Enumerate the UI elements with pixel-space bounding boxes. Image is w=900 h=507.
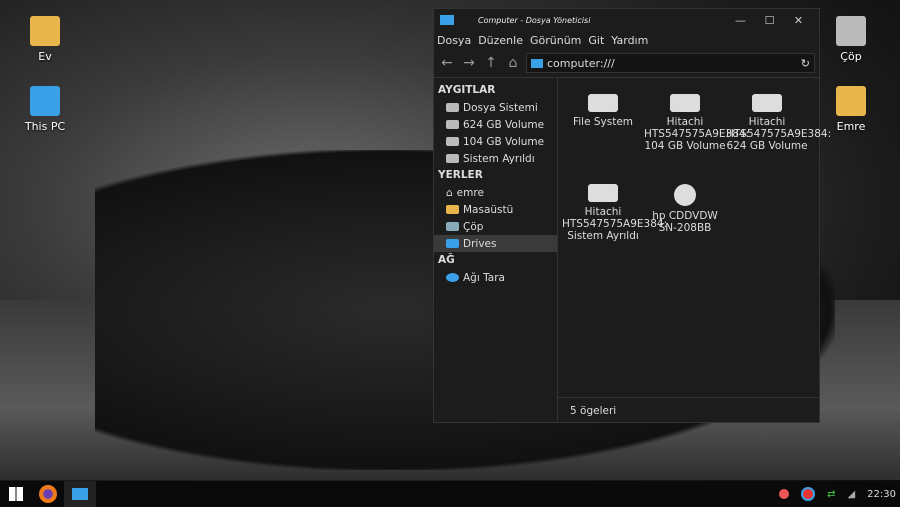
desktop-folder-icon [446, 205, 459, 214]
sidebar-header-network: AĞ [438, 254, 455, 266]
sidebar-header-devices: AYGITLAR [438, 84, 496, 96]
address-text: computer:/// [547, 56, 615, 70]
drive-icon [752, 94, 782, 112]
computer-icon [531, 58, 543, 68]
home-icon[interactable]: ⌂ [504, 55, 522, 71]
desktop-icon-emre[interactable]: Emre [816, 86, 886, 133]
computer-icon [72, 488, 88, 500]
sidebar-item-agi-tara[interactable]: Ağı Tara [434, 269, 557, 286]
sidebar-item-cop[interactable]: Çöp [434, 218, 557, 235]
wifi-icon[interactable]: ◢ [847, 489, 855, 500]
drive-icon [446, 154, 459, 163]
file-manager-window: Computer - Dosya Yöneticisi — ☐ ✕ Dosya … [433, 8, 831, 423]
address-bar[interactable]: computer:/// ↻ [526, 53, 815, 73]
window-title: Computer - Dosya Yöneticisi [478, 15, 591, 25]
sidebar-item-masaustu[interactable]: Masaüstü [434, 201, 557, 218]
system-tray: ⇄ ◢ 22:30 [779, 487, 900, 501]
computer-icon [440, 15, 454, 25]
file-item[interactable]: Hitachi HTS547575A9E384: 104 GB Volume [644, 88, 749, 178]
menu-gorunum[interactable]: Görünüm [530, 34, 581, 47]
drives-icon [446, 239, 459, 248]
filesystem-drive-icon [588, 94, 618, 112]
computer-icon [30, 86, 60, 116]
toolbar: ← → ↑ ⌂ computer:/// ↻ [434, 49, 819, 77]
sidebar-item-drives[interactable]: Drives [434, 235, 557, 252]
menu-dosya[interactable]: Dosya [437, 34, 471, 47]
file-item[interactable]: Hitachi HTS547575A9E384: 624 GB Volume [726, 88, 831, 178]
desktop-icon-this-pc[interactable]: This PC [10, 86, 80, 133]
taskbar-file-manager[interactable] [64, 481, 96, 507]
drive-icon [588, 184, 618, 202]
windows-icon [9, 487, 23, 501]
optical-drive-icon [674, 184, 696, 206]
network-transfer-icon[interactable]: ⇄ [827, 489, 835, 500]
taskbar-firefox[interactable] [32, 481, 64, 507]
menu-git[interactable]: Git [588, 34, 604, 47]
start-button[interactable] [0, 481, 32, 507]
home-icon: ⌂ [446, 186, 453, 199]
menu-duzenle[interactable]: Düzenle [478, 34, 523, 47]
folder-icon [836, 86, 866, 116]
desktop-icon-trash[interactable]: Çöp [816, 16, 886, 63]
drive-icon [446, 103, 459, 112]
file-item[interactable]: Hitachi HTS547575A9E384: Sistem Ayrıldı [562, 178, 667, 268]
update-icon[interactable] [801, 487, 816, 501]
sidebar-item-sistem-ayrildi[interactable]: Sistem Ayrıldı [434, 150, 557, 167]
reload-icon[interactable]: ↻ [801, 57, 810, 70]
clock[interactable]: 22:30 [867, 489, 896, 500]
back-arrow-icon[interactable]: ← [438, 55, 456, 71]
drive-icon [446, 120, 459, 129]
up-arrow-icon[interactable]: ↑ [482, 55, 500, 71]
forward-arrow-icon[interactable]: → [460, 55, 478, 71]
sidebar-item-emre[interactable]: ⌂ emre [434, 184, 557, 201]
home-folder-icon [30, 16, 60, 46]
desktop-icon-home[interactable]: Ev [10, 16, 80, 63]
trash-icon [836, 16, 866, 46]
maximize-button[interactable]: ☐ [755, 14, 784, 27]
minimize-button[interactable]: — [726, 14, 755, 27]
title-bar[interactable]: Computer - Dosya Yöneticisi — ☐ ✕ [434, 9, 819, 31]
network-icon [446, 273, 459, 282]
trash-icon [446, 222, 459, 231]
file-item[interactable]: hp CDDVDW SN-208BB [644, 178, 726, 268]
sidebar-item-104gb[interactable]: 104 GB Volume [434, 133, 557, 150]
sidebar-header-places: YERLER [438, 169, 483, 181]
sidebar-item-624gb[interactable]: 624 GB Volume [434, 116, 557, 133]
sidebar: AYGITLAR Dosya Sistemi 624 GB Volume 104… [434, 78, 558, 422]
status-bar: 5 ögeleri [558, 397, 819, 422]
taskbar: ⇄ ◢ 22:30 [0, 481, 900, 507]
sidebar-item-dosya-sistemi[interactable]: Dosya Sistemi [434, 99, 557, 116]
file-item[interactable]: File System [562, 88, 644, 178]
close-button[interactable]: ✕ [784, 14, 813, 27]
drive-icon [670, 94, 700, 112]
drive-icon [446, 137, 459, 146]
file-view: File System Hitachi HTS547575A9E384: 104… [558, 78, 831, 422]
menu-bar: Dosya Düzenle Görünüm Git Yardım [434, 31, 819, 49]
firefox-icon [39, 485, 57, 503]
notification-icon[interactable] [779, 489, 790, 499]
menu-yardim[interactable]: Yardım [611, 34, 648, 47]
